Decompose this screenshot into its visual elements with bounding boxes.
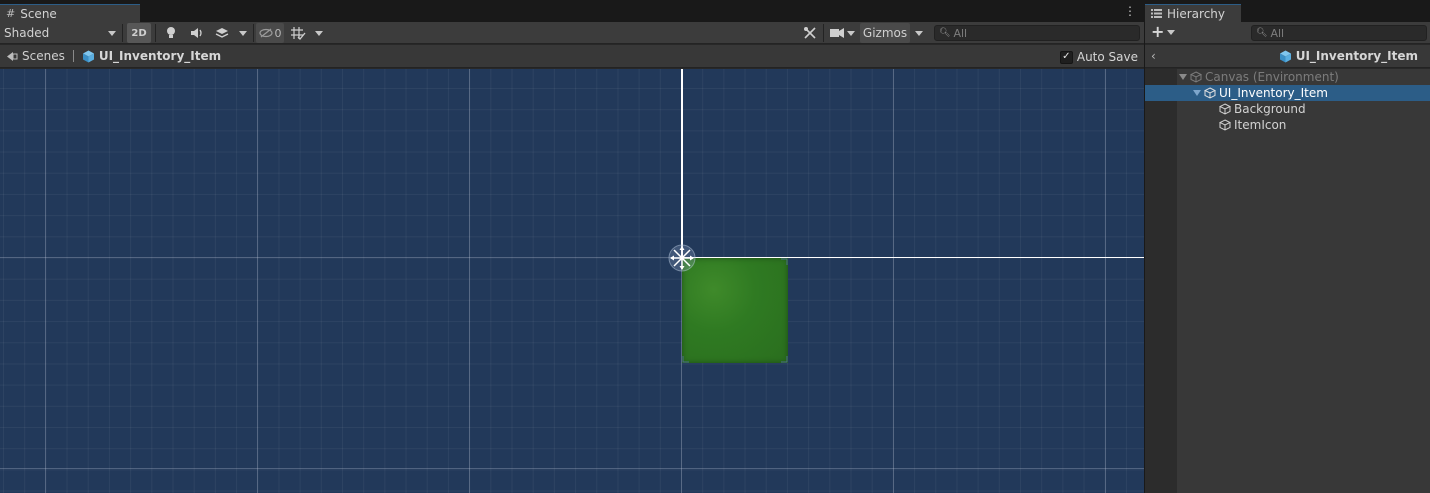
- toggle-2d-label: 2D: [131, 27, 147, 39]
- scene-panel: # Scene ⋮ Shaded 2D 0 Gizmos 🔍︎ All Scen…: [0, 0, 1144, 493]
- scenes-back-icon: [7, 51, 18, 61]
- back-arrow-icon[interactable]: ‹: [1151, 49, 1156, 63]
- hierarchy-panel: Hierarchy + 🔍︎ ‹ UI_Inventory_Item Canva…: [1145, 0, 1430, 493]
- search-icon: 🔍︎: [939, 28, 951, 38]
- toolbar-divider: [253, 24, 254, 42]
- scene-tab-label: Scene: [20, 6, 57, 21]
- scene-visibility-button[interactable]: 0: [256, 23, 284, 43]
- breadcrumb-scenes[interactable]: Scenes: [6, 49, 65, 63]
- camera-icon: [829, 28, 844, 38]
- inventory-item-rect[interactable]: [682, 258, 788, 363]
- effects-toggle-button[interactable]: [211, 23, 233, 43]
- scene-tab-bar: # Scene ⋮: [0, 0, 1144, 22]
- scene-search-field[interactable]: 🔍︎: [934, 25, 1140, 41]
- toolbar-divider: [122, 24, 123, 42]
- eye-hidden-icon: [258, 28, 273, 38]
- toolbar-divider: [823, 24, 824, 42]
- grid-line: [893, 69, 894, 493]
- breadcrumb-prefab[interactable]: UI_Inventory_Item: [82, 49, 221, 63]
- gameobject-cube-icon: [1190, 71, 1202, 83]
- prefab-cube-icon: [1279, 50, 1291, 62]
- grid-line: [45, 69, 46, 493]
- plus-icon: +: [1151, 22, 1165, 41]
- list-item-label: ItemIcon: [1234, 118, 1287, 132]
- hierarchy-tab-label: Hierarchy: [1167, 6, 1226, 21]
- hierarchy-tab-bar: Hierarchy: [1145, 0, 1430, 22]
- grid-line: [0, 257, 682, 258]
- create-button[interactable]: +: [1151, 22, 1176, 41]
- chevron-down-icon: [108, 31, 116, 36]
- grid-line: [0, 468, 1144, 469]
- toolbar-divider: [155, 24, 156, 42]
- hierarchy-search-field[interactable]: 🔍︎: [1251, 25, 1427, 41]
- expand-arrow-icon[interactable]: [1193, 90, 1201, 96]
- prefab-header: ‹ UI_Inventory_Item: [1145, 45, 1430, 68]
- hierarchy-gutter: [1145, 69, 1177, 493]
- prefab-cube-icon: [82, 50, 94, 62]
- grid-hash-icon: #: [6, 7, 16, 20]
- auto-save-label: Auto Save: [1076, 50, 1138, 64]
- grid-snap-icon: [291, 27, 306, 40]
- gizmos-button[interactable]: Gizmos: [860, 23, 910, 43]
- list-item-label: Canvas (Environment): [1205, 70, 1339, 84]
- lightbulb-icon: [167, 27, 175, 38]
- chevron-down-icon: [1167, 29, 1176, 35]
- hidden-count: 0: [274, 26, 282, 40]
- audio-toggle-button[interactable]: [186, 23, 208, 43]
- tools-button[interactable]: [799, 23, 821, 43]
- scene-search-input[interactable]: [953, 26, 1139, 40]
- scene-viewport[interactable]: [0, 69, 1144, 493]
- gizmos-dropdown-button[interactable]: [911, 23, 927, 43]
- hierarchy-search-input[interactable]: [1270, 26, 1426, 40]
- list-item[interactable]: UI_Inventory_Item: [1145, 85, 1430, 101]
- layers-icon: [215, 28, 229, 38]
- pivot-anchor-icon[interactable]: [667, 243, 697, 273]
- list-item-label: UI_Inventory_Item: [1219, 86, 1328, 100]
- chevron-down-icon: [846, 30, 855, 36]
- list-item[interactable]: Canvas (Environment): [1177, 69, 1430, 85]
- breadcrumb-prefab-label: UI_Inventory_Item: [98, 49, 222, 63]
- chevron-down-icon: [915, 30, 923, 36]
- expand-arrow-icon[interactable]: [1179, 74, 1187, 80]
- grid-line: [257, 69, 258, 493]
- list-item[interactable]: ItemIcon: [1177, 117, 1430, 133]
- canvas-axis-vertical: [681, 69, 683, 258]
- gizmos-label: Gizmos: [862, 26, 908, 40]
- gameobject-cube-icon: [1219, 103, 1231, 115]
- scene-tab[interactable]: # Scene: [0, 4, 140, 22]
- breadcrumb: Scenes UI_Inventory_Item ✓ Auto Save: [0, 45, 1144, 68]
- auto-save-toggle[interactable]: ✓ Auto Save: [1059, 50, 1138, 64]
- shading-mode-dropdown[interactable]: Shaded: [0, 23, 120, 43]
- speaker-icon: [191, 28, 202, 38]
- toggle-2d-button[interactable]: 2D: [127, 23, 151, 43]
- grid-line: [1105, 69, 1106, 493]
- grid-line: [469, 69, 470, 493]
- camera-settings-button[interactable]: [827, 23, 857, 43]
- rect-handles: [682, 258, 788, 363]
- grid-snap-button[interactable]: [287, 23, 309, 43]
- tools-icon: [804, 27, 816, 39]
- list-icon: [1151, 9, 1162, 18]
- prefab-header-label: UI_Inventory_Item: [1295, 49, 1418, 63]
- list-item[interactable]: Background: [1177, 101, 1430, 117]
- search-icon: 🔍︎: [1256, 28, 1268, 38]
- gameobject-cube-icon: [1204, 87, 1216, 99]
- list-item-label: Background: [1234, 102, 1306, 116]
- prefab-header-title: UI_Inventory_Item: [1279, 49, 1418, 63]
- chevron-down-icon: [239, 30, 247, 36]
- lighting-toggle-button[interactable]: [160, 23, 182, 43]
- grid-dropdown-button[interactable]: [311, 23, 327, 43]
- breadcrumb-divider: [72, 50, 74, 62]
- scene-toolbar: Shaded 2D 0 Gizmos 🔍︎ All: [0, 22, 1144, 44]
- auto-save-checkbox[interactable]: ✓: [1059, 50, 1073, 64]
- hierarchy-toolbar: + 🔍︎: [1145, 22, 1430, 44]
- hierarchy-tab[interactable]: Hierarchy: [1145, 4, 1241, 22]
- chevron-down-icon: [315, 30, 323, 36]
- more-options-icon[interactable]: ⋮: [1124, 5, 1136, 17]
- gameobject-cube-icon: [1219, 119, 1231, 131]
- breadcrumb-scenes-label: Scenes: [22, 49, 65, 63]
- effects-dropdown-button[interactable]: [236, 23, 250, 43]
- shading-mode-label: Shaded: [4, 26, 50, 40]
